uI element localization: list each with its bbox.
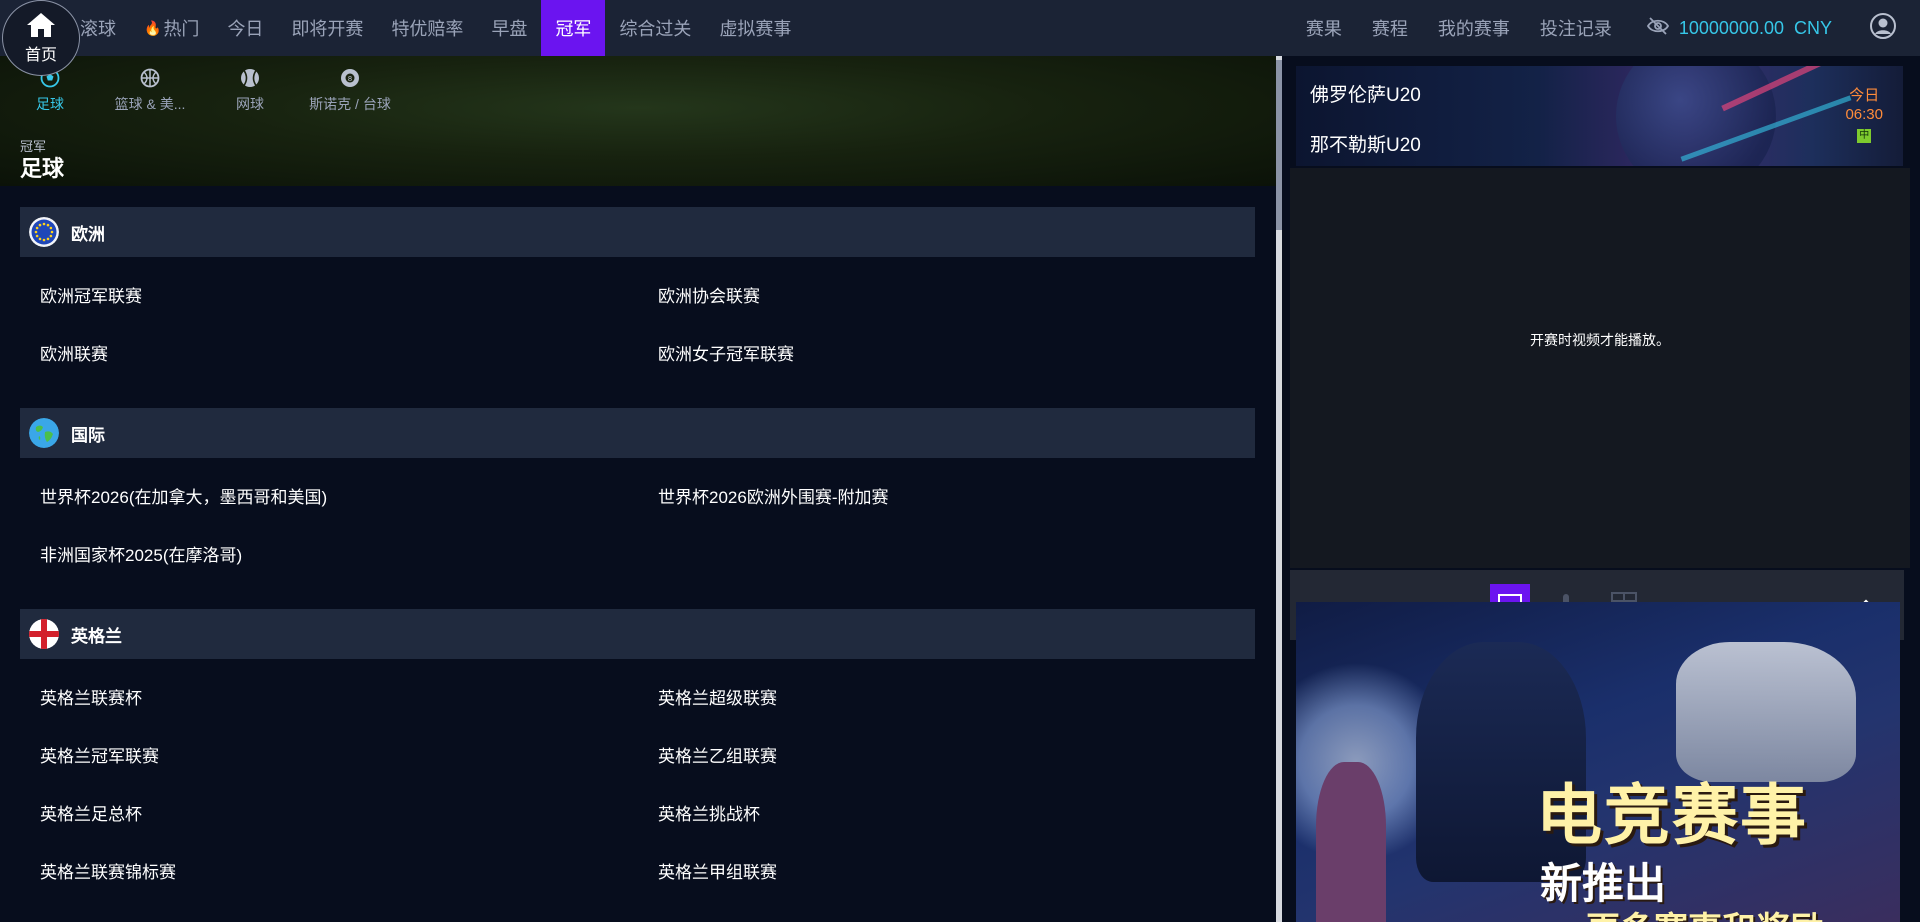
nav-item-today[interactable]: 今日 (213, 0, 277, 56)
sport-tab-tennis[interactable]: 网球 (200, 66, 300, 114)
league-link[interactable]: 世界杯2026(在加拿大，墨西哥和美国) (40, 483, 327, 508)
league-link[interactable]: 欧洲冠军联赛 (40, 282, 142, 307)
video-player[interactable]: 开赛时视频才能播放。 (1290, 168, 1910, 568)
home-icon (27, 13, 55, 37)
league-link[interactable]: 欧洲女子冠军联赛 (658, 340, 794, 365)
svg-text:8: 8 (348, 75, 352, 83)
region-name: 英格兰 (71, 626, 122, 646)
region-name: 欧洲 (71, 224, 105, 244)
globe-icon (29, 418, 59, 448)
nav-item-hot[interactable]: 🔥 热门 (130, 0, 213, 56)
eye-slash-icon[interactable] (1646, 16, 1669, 40)
nav-item-outright[interactable]: 冠军 (541, 0, 606, 56)
user-avatar-icon[interactable] (1870, 12, 1896, 44)
league-link[interactable]: 英格兰甲组联赛 (658, 858, 777, 883)
video-message: 开赛时视频才能播放。 (1530, 332, 1670, 348)
nav-item-my-events[interactable]: 我的赛事 (1423, 0, 1525, 56)
region-header-europe[interactable]: 欧洲 (20, 207, 1255, 257)
region-header-england[interactable]: 英格兰 (20, 609, 1255, 659)
region-name: 国际 (71, 425, 105, 445)
league-link[interactable]: 欧洲联赛 (40, 340, 108, 365)
league-link[interactable]: 世界杯2026欧洲外围赛-附加赛 (658, 483, 888, 508)
league-link[interactable]: 英格兰冠军联赛 (40, 742, 159, 767)
status-badge: 中 (1857, 129, 1872, 143)
top-nav: 首页 滚球 🔥 热门 今日 即将开赛 特优赔率 早盘 冠军 综合过关 虚拟赛事 赛… (0, 0, 1920, 76)
england-flag-icon (29, 619, 59, 649)
scrollbar-thumb[interactable] (1276, 60, 1282, 230)
fire-icon: 🔥 (144, 19, 162, 36)
league-list: 欧洲 欧洲冠军联赛 欧洲协会联赛 欧洲联赛 欧洲女子冠军联赛 国际 世界杯202… (0, 186, 1276, 922)
match-card[interactable]: 佛罗伦萨U20 那不勒斯U20 今日 06:30 中 (1296, 66, 1903, 166)
home-button[interactable]: 首页 (2, 0, 80, 76)
eu-flag-icon (29, 217, 59, 247)
league-link[interactable]: 英格兰乙组联赛 (658, 742, 777, 767)
league-link[interactable]: 欧洲协会联赛 (658, 282, 760, 307)
sport-tab-snooker[interactable]: 8 斯诺克 / 台球 (300, 66, 400, 114)
nav-item-schedule[interactable]: 赛程 (1357, 0, 1423, 56)
league-link[interactable]: 英格兰联赛杯 (40, 684, 142, 709)
sport-tab-basketball[interactable]: 篮球 & 美... (100, 66, 200, 114)
nav-item-results[interactable]: 赛果 (1291, 0, 1357, 56)
esports-banner[interactable]: 电竞赛事 新推出 更多赛事和奖励 (1296, 602, 1900, 922)
league-link[interactable]: 英格兰联赛锦标赛 (40, 858, 176, 883)
nav-item-parlay[interactable]: 综合过关 (605, 0, 705, 56)
nav-item-upcoming[interactable]: 即将开赛 (277, 0, 377, 56)
nav-item-special-odds[interactable]: 特优赔率 (377, 0, 477, 56)
match-time: 今日 06:30 中 (1845, 87, 1883, 143)
banner-title: 电竞赛事 (1536, 777, 1808, 854)
nav-item-early[interactable]: 早盘 (477, 0, 541, 56)
page-title: 足球 (20, 156, 65, 181)
nav-main-menu: 滚球 🔥 热门 今日 即将开赛 特优赔率 早盘 冠军 综合过关 虚拟赛事 (66, 0, 805, 56)
region-header-international[interactable]: 国际 (20, 408, 1255, 458)
league-link[interactable]: 英格兰超级联赛 (658, 684, 777, 709)
home-label: 首页 (24, 47, 57, 64)
nav-user-menu: 赛果 赛程 我的赛事 投注记录 10000000.00 CNY (1291, 0, 1920, 56)
billiard-ball-icon: 8 (340, 66, 360, 90)
right-panel: 佛罗伦萨U20 那不勒斯U20 今日 06:30 中 开赛时视频才能播放。 电竞… (1290, 56, 1920, 922)
home-team: 佛罗伦萨U20 (1310, 85, 1421, 106)
league-link[interactable]: 非洲国家杯2025(在摩洛哥) (40, 541, 242, 566)
banner-subtitle-2: 更多赛事和奖励 (1586, 902, 1824, 922)
balance-display: 10000000.00 CNY (1678, 17, 1832, 38)
league-link[interactable]: 英格兰足总杯 (40, 800, 142, 825)
sport-tabs: 足球 篮球 & 美... 网球 8 斯诺克 / 台球 (0, 66, 400, 114)
league-link[interactable]: 英格兰挑战杯 (658, 800, 760, 825)
nav-item-virtual[interactable]: 虚拟赛事 (705, 0, 805, 56)
away-team: 那不勒斯U20 (1310, 135, 1421, 156)
basketball-icon (140, 66, 160, 90)
nav-item-bet-history[interactable]: 投注记录 (1525, 0, 1627, 56)
sport-header: 足球 篮球 & 美... 网球 8 斯诺克 / 台球 冠军 足球 (0, 56, 1276, 186)
left-panel: 足球 篮球 & 美... 网球 8 斯诺克 / 台球 冠军 足球 欧洲 欧洲冠军… (0, 56, 1276, 922)
tennis-ball-icon (240, 66, 260, 90)
